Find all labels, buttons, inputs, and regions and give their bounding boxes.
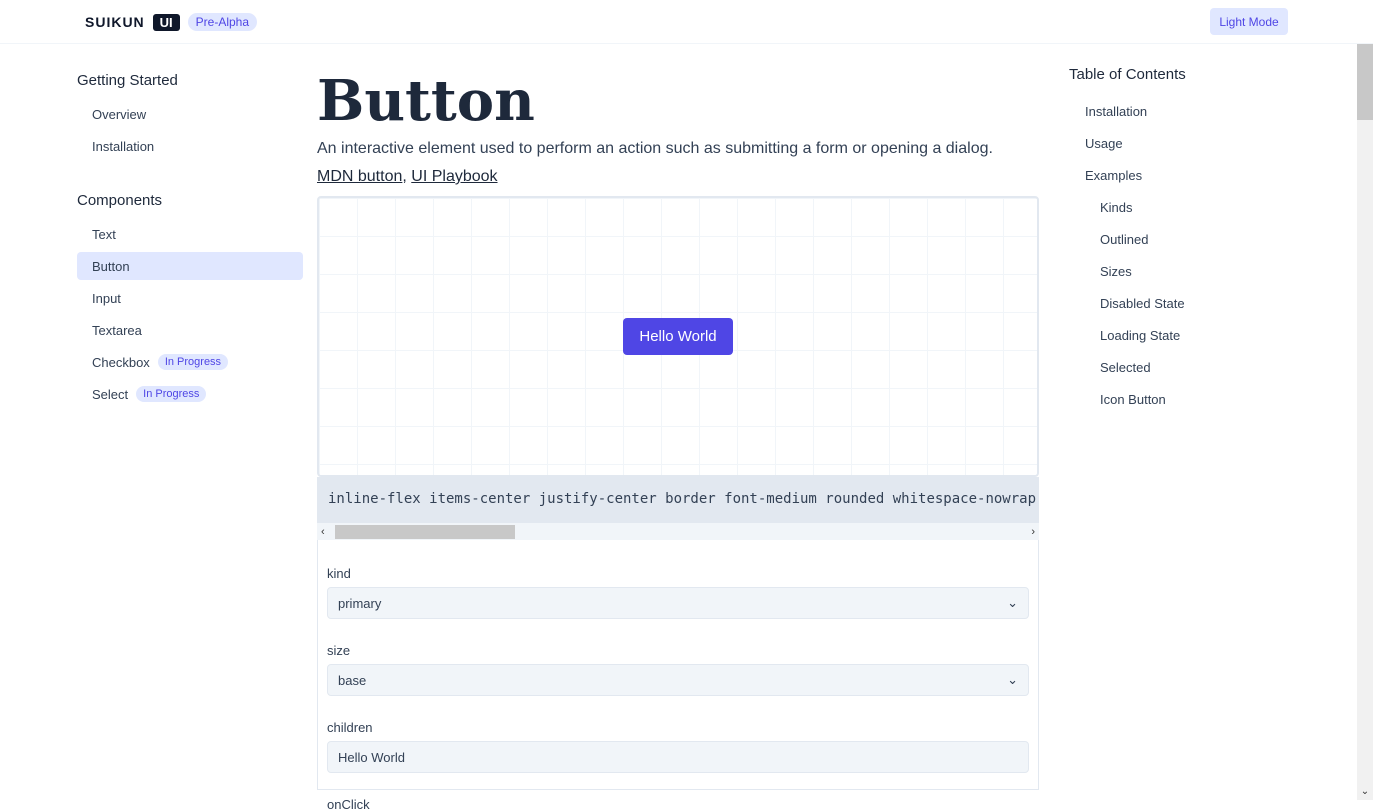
sidebar-item-label: Checkbox — [92, 354, 150, 370]
prop-label-children: children — [327, 720, 373, 735]
main-content: Button An interactive element used to pe… — [317, 66, 1039, 812]
toc-item-kinds[interactable]: Kinds — [1069, 191, 1186, 223]
sidebar-item-label: Button — [92, 258, 130, 274]
sidebar-item-label: Installation — [92, 138, 155, 154]
scroll-down-icon[interactable]: ⌄ — [1357, 786, 1373, 800]
theme-toggle-button[interactable]: Light Mode — [1210, 8, 1288, 35]
toc-item-usage[interactable]: Usage — [1069, 127, 1186, 159]
horizontal-scrollbar[interactable]: ‹ › — [317, 523, 1039, 540]
ui-playbook-link[interactable]: UI Playbook — [411, 168, 497, 185]
sidebar-item-input[interactable]: Input — [77, 284, 303, 312]
brand-name: SUIKUN — [85, 14, 145, 30]
sidebar-item-label: Text — [92, 226, 116, 242]
size-select[interactable]: base ⌄ — [327, 664, 1029, 696]
prop-label-size: size — [327, 643, 351, 658]
sidebar-item-label: Input — [92, 290, 121, 306]
input-value: Hello World — [338, 749, 405, 765]
sidebar-item-select[interactable]: Select In Progress — [77, 380, 303, 408]
scrollbar-thumb[interactable] — [335, 525, 515, 539]
table-of-contents: Table of Contents Installation Usage Exa… — [1069, 66, 1186, 415]
sidebar-item-text[interactable]: Text — [77, 220, 303, 248]
sidebar-section-title: Getting Started — [77, 72, 178, 89]
chevron-down-icon: ⌄ — [1007, 595, 1018, 610]
sidebar-item-checkbox[interactable]: Checkbox In Progress — [77, 348, 303, 376]
reference-links: MDN button, UI Playbook — [317, 168, 1039, 186]
status-badge: In Progress — [157, 354, 229, 370]
status-badge: In Progress — [136, 386, 207, 402]
props-panel: kind primary ⌄ size base ⌄ children Hello … — [317, 540, 1039, 812]
scrollbar-thumb[interactable] — [1357, 44, 1373, 120]
toc-item-disabled-state[interactable]: Disabled State — [1069, 287, 1186, 319]
toc-item-selected[interactable]: Selected — [1069, 351, 1186, 383]
prop-label-kind: kind — [327, 566, 351, 581]
toc-item-loading-state[interactable]: Loading State — [1069, 319, 1186, 351]
link-separator: , — [402, 168, 412, 185]
sidebar-item-installation[interactable]: Installation — [77, 132, 303, 160]
vertical-scrollbar[interactable]: ⌄ — [1357, 44, 1373, 800]
select-value: primary — [338, 595, 382, 611]
sidebar-item-button[interactable]: Button — [77, 252, 303, 280]
sidebar-section-title: Components — [77, 192, 163, 209]
stage-badge: Pre-Alpha — [187, 13, 258, 31]
sidebar-item-textarea[interactable]: Textarea — [77, 316, 303, 344]
mdn-link[interactable]: MDN button — [317, 168, 402, 185]
select-value: base — [338, 672, 367, 688]
sidebar-item-overview[interactable]: Overview — [77, 100, 303, 128]
class-string-code: inline-flex items-center justify-center … — [317, 477, 1039, 523]
sidebar-item-label: Textarea — [92, 322, 142, 338]
toc-title: Table of Contents — [1069, 66, 1186, 83]
scroll-right-icon[interactable]: › — [1031, 526, 1035, 538]
children-input[interactable]: Hello World — [327, 741, 1029, 773]
preview-canvas: Hello World — [317, 196, 1039, 477]
toc-item-sizes[interactable]: Sizes — [1069, 255, 1186, 287]
toc-item-installation[interactable]: Installation — [1069, 95, 1186, 127]
brand-logo[interactable]: SUIKUN UI Pre-Alpha — [85, 13, 258, 31]
page-description: An interactive element used to perform a… — [317, 140, 993, 157]
toc-item-examples[interactable]: Examples — [1069, 159, 1186, 191]
sidebar-item-label: Select — [92, 386, 129, 402]
top-bar: SUIKUN UI Pre-Alpha Light Mode — [0, 0, 1373, 44]
kind-select[interactable]: primary ⌄ — [327, 587, 1029, 619]
preview-button[interactable]: Hello World — [623, 318, 733, 355]
chevron-down-icon: ⌄ — [1007, 672, 1018, 687]
sidebar-item-label: Overview — [92, 106, 147, 122]
toc-item-outlined[interactable]: Outlined — [1069, 223, 1186, 255]
scroll-left-icon[interactable]: ‹ — [321, 526, 325, 538]
brand-tag: UI — [152, 13, 180, 31]
sidebar: Getting Started Overview Installation Co… — [77, 60, 303, 412]
toc-item-icon-button[interactable]: Icon Button — [1069, 383, 1186, 415]
page-title: Button — [317, 68, 535, 134]
prop-label-onclick: onClick — [327, 797, 370, 812]
